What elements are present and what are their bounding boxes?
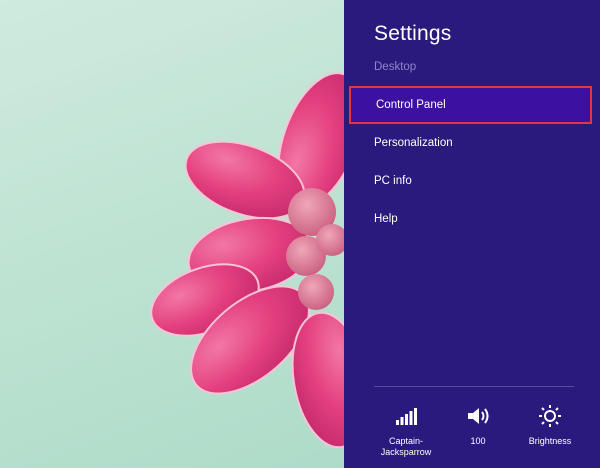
- desktop-screen: Settings Desktop Control Panel Personali…: [0, 0, 600, 468]
- brightness-icon: [538, 404, 562, 428]
- charm-title: Settings: [374, 22, 452, 45]
- menu-item-label: Personalization: [374, 137, 453, 149]
- divider: [374, 386, 574, 387]
- speaker-icon: [466, 404, 490, 428]
- menu-item-pc-info[interactable]: PC info: [344, 162, 600, 200]
- quick-settings-tray: Captain-Jacksparrow 100 Brightness: [370, 404, 586, 458]
- menu-item-help[interactable]: Help: [344, 200, 600, 238]
- settings-charm-panel: Settings Desktop Control Panel Personali…: [344, 0, 600, 468]
- context-label: Desktop: [374, 61, 417, 73]
- menu-item-label: PC info: [374, 175, 412, 187]
- volume-label: 100: [470, 436, 486, 446]
- menu-item-label: Help: [374, 213, 398, 225]
- volume-button[interactable]: 100: [442, 404, 514, 458]
- settings-menu: Control Panel Personalization PC info He…: [344, 86, 600, 238]
- network-signal-icon: [394, 404, 418, 428]
- network-button[interactable]: Captain-Jacksparrow: [370, 404, 442, 458]
- brightness-button[interactable]: Brightness: [514, 404, 586, 458]
- network-label: Captain-Jacksparrow: [380, 436, 432, 457]
- menu-item-personalization[interactable]: Personalization: [344, 124, 600, 162]
- menu-item-label: Control Panel: [376, 99, 446, 111]
- menu-item-control-panel[interactable]: Control Panel: [349, 86, 592, 124]
- brightness-label: Brightness: [528, 436, 572, 446]
- flower-wallpaper: [150, 72, 344, 449]
